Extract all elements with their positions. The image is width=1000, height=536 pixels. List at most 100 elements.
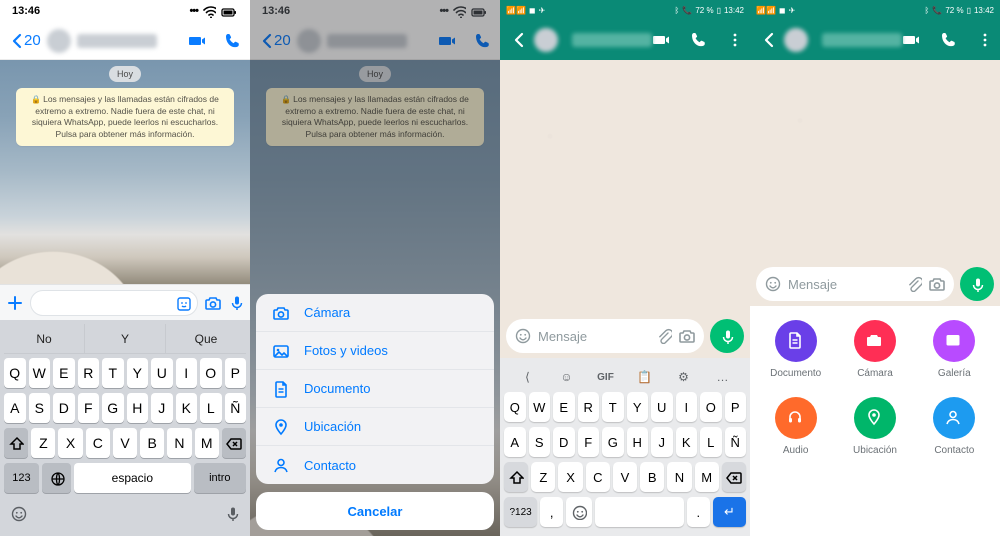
emoji-icon[interactable] (10, 505, 30, 525)
intro-key[interactable]: intro (194, 463, 246, 493)
dictation-icon[interactable] (224, 505, 240, 525)
camera-icon[interactable] (678, 327, 696, 345)
mic-button[interactable] (960, 267, 994, 301)
key-k[interactable]: K (676, 427, 698, 457)
phone-call-icon[interactable] (940, 31, 958, 49)
message-input[interactable] (30, 290, 198, 316)
key-t[interactable]: T (102, 358, 124, 388)
key-j[interactable]: J (151, 393, 173, 423)
key-z[interactable]: Z (31, 428, 55, 458)
key-i[interactable]: I (676, 392, 698, 422)
sheet-item-photos[interactable]: Fotos y videos (256, 332, 494, 370)
sheet-cancel-button[interactable]: Cancelar (256, 492, 494, 530)
key-ñ[interactable]: Ñ (225, 393, 247, 423)
message-input[interactable]: Mensaje (506, 319, 704, 353)
key-d[interactable]: D (53, 393, 75, 423)
sheet-item-camera[interactable]: Cámara (256, 294, 494, 332)
key-u[interactable]: U (651, 392, 673, 422)
key-u[interactable]: U (151, 358, 173, 388)
camera-icon[interactable] (928, 275, 946, 293)
camera-icon[interactable] (204, 294, 222, 312)
video-call-icon[interactable] (902, 31, 922, 49)
key-p[interactable]: P (225, 358, 247, 388)
key-v[interactable]: V (613, 462, 637, 492)
key-w[interactable]: W (529, 392, 551, 422)
globe-key[interactable] (42, 463, 71, 493)
space-key[interactable] (595, 497, 684, 527)
attach-icon[interactable] (656, 328, 672, 344)
key-a[interactable]: A (4, 393, 26, 423)
video-call-icon[interactable] (652, 31, 672, 49)
encryption-notice[interactable]: 🔒Los mensajes y las llamadas están cifra… (16, 88, 234, 146)
key-k[interactable]: K (176, 393, 198, 423)
key-sym[interactable]: ?123 (504, 497, 537, 527)
sheet-item-location[interactable]: Ubicación (256, 408, 494, 446)
sticker-icon[interactable] (175, 295, 191, 311)
key-n[interactable]: N (167, 428, 191, 458)
key-ñ[interactable]: Ñ (725, 427, 747, 457)
mic-icon[interactable] (228, 294, 244, 312)
key-f[interactable]: F (78, 393, 100, 423)
key-x[interactable]: X (558, 462, 582, 492)
key-p[interactable]: P (725, 392, 747, 422)
key-x[interactable]: X (58, 428, 82, 458)
key-y[interactable]: Y (127, 358, 149, 388)
key-b[interactable]: B (640, 462, 664, 492)
back-icon[interactable] (760, 31, 776, 49)
key-s[interactable]: S (529, 427, 551, 457)
key-e[interactable]: E (53, 358, 75, 388)
attach-doc[interactable]: Documento (770, 320, 821, 379)
key-i[interactable]: I (176, 358, 198, 388)
key-y[interactable]: Y (627, 392, 649, 422)
key-m[interactable]: M (695, 462, 719, 492)
more-icon[interactable] (976, 31, 990, 49)
key-d[interactable]: D (553, 427, 575, 457)
emoji-key[interactable] (566, 497, 592, 527)
space-key[interactable]: espacio (74, 463, 191, 493)
key-m[interactable]: M (195, 428, 219, 458)
key-j[interactable]: J (651, 427, 673, 457)
back-button[interactable]: 20 (8, 29, 157, 53)
key-period[interactable]: . (687, 497, 710, 527)
attach-icon[interactable] (6, 294, 24, 312)
key-c[interactable]: C (586, 462, 610, 492)
key-q[interactable]: Q (4, 358, 26, 388)
back-icon[interactable] (510, 31, 526, 49)
key-a[interactable]: A (504, 427, 526, 457)
message-input[interactable]: Mensaje (756, 267, 954, 301)
emoji-icon[interactable] (764, 275, 782, 293)
key-h[interactable]: H (127, 393, 149, 423)
phone-call-icon[interactable] (224, 32, 242, 50)
key-g[interactable]: G (602, 427, 624, 457)
key-e[interactable]: E (553, 392, 575, 422)
video-call-icon[interactable] (188, 32, 208, 50)
sheet-item-contact[interactable]: Contacto (256, 446, 494, 484)
send-key[interactable]: ↵ (713, 497, 746, 527)
key-n[interactable]: N (667, 462, 691, 492)
key-v[interactable]: V (113, 428, 137, 458)
backspace-key[interactable] (722, 462, 746, 492)
key-f[interactable]: F (578, 427, 600, 457)
key-l[interactable]: L (200, 393, 222, 423)
attach-loc[interactable]: Ubicación (853, 397, 897, 456)
key-o[interactable]: O (700, 392, 722, 422)
key-q[interactable]: Q (504, 392, 526, 422)
sheet-item-document[interactable]: Documento (256, 370, 494, 408)
key-s[interactable]: S (29, 393, 51, 423)
phone-call-icon[interactable] (690, 31, 708, 49)
key-r[interactable]: R (578, 392, 600, 422)
mic-button[interactable] (710, 319, 744, 353)
backspace-key[interactable] (222, 428, 246, 458)
emoji-icon[interactable] (514, 327, 532, 345)
key-t[interactable]: T (602, 392, 624, 422)
shift-key[interactable] (504, 462, 528, 492)
key-c[interactable]: C (86, 428, 110, 458)
key-123[interactable]: 123 (4, 463, 39, 493)
key-o[interactable]: O (200, 358, 222, 388)
key-h[interactable]: H (627, 427, 649, 457)
attach-aud[interactable]: Audio (775, 397, 817, 456)
key-comma[interactable]: , (540, 497, 563, 527)
more-icon[interactable] (726, 31, 740, 49)
attach-gal[interactable]: Galería (933, 320, 975, 379)
shift-key[interactable] (4, 428, 28, 458)
